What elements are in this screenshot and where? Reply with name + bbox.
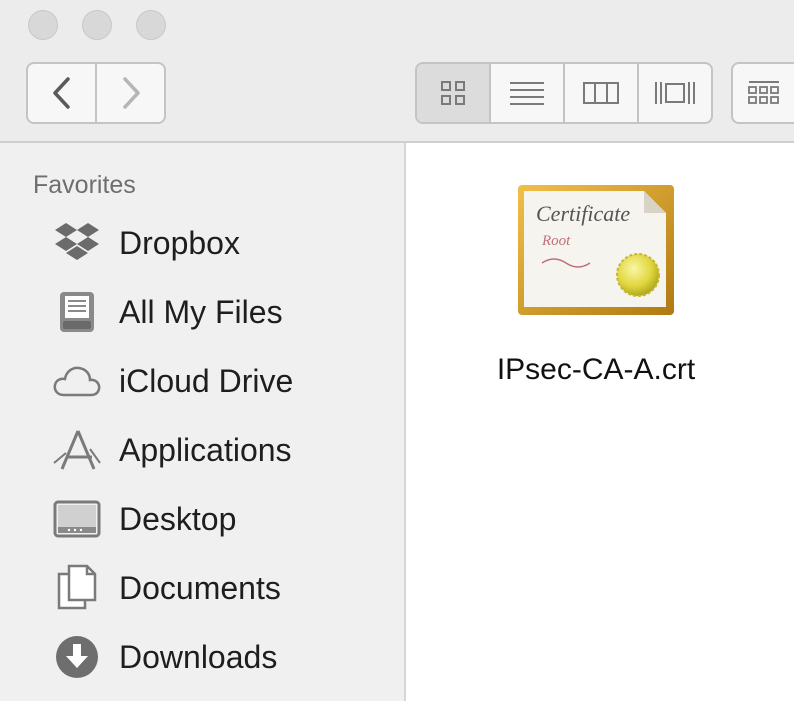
finder-window: Favorites Dropbox All My Files iCloud Dr… [0,0,794,701]
sidebar-item-applications[interactable]: Applications [0,418,400,482]
certificate-icon-title: Certificate [536,201,630,226]
icon-view-icon [441,81,465,105]
desktop-icon [52,494,102,544]
close-window-button[interactable] [28,10,58,40]
sidebar-item-label: iCloud Drive [119,362,294,399]
forward-button[interactable] [95,64,164,122]
cloud-icon [52,356,102,406]
cover-flow-view-icon [655,82,695,104]
sidebar-item-label: Downloads [119,638,278,675]
certificate-icon: Certificate Root [514,179,680,321]
column-view-button[interactable] [563,64,637,122]
sidebar-item-label: Documents [119,569,281,606]
chevron-right-icon [122,77,140,109]
sidebar-item-desktop[interactable]: Desktop [0,487,400,551]
icon-view-button[interactable] [417,64,489,122]
list-view-button[interactable] [489,64,563,122]
sidebar-item-label: All My Files [119,293,283,330]
sidebar-item-label: Applications [119,431,292,468]
column-view-icon [583,82,619,104]
toolbar [0,0,794,143]
arrange-button[interactable] [731,62,794,124]
minimize-window-button[interactable] [82,10,112,40]
back-button[interactable] [28,64,95,122]
sidebar-heading-favorites: Favorites [33,171,136,199]
sidebar: Favorites Dropbox All My Files iCloud Dr… [0,143,406,701]
arrange-grid-icon [748,81,779,104]
documents-icon [52,563,102,613]
downloads-icon [52,632,102,682]
all-my-files-icon [52,287,102,337]
view-mode-buttons [415,62,713,124]
applications-icon [52,425,102,475]
chevron-left-icon [52,77,70,109]
certificate-icon-subtitle: Root [541,233,571,249]
file-browser-content: Certificate Root IPsec-CA-A.crt [406,143,794,701]
sidebar-item-documents[interactable]: Documents [0,556,400,620]
dropbox-icon [52,218,102,268]
sidebar-item-all-my-files[interactable]: All My Files [0,280,400,344]
sidebar-item-label: Desktop [119,500,237,537]
sidebar-item-icloud-drive[interactable]: iCloud Drive [0,349,400,413]
sidebar-item-label: Dropbox [119,224,240,261]
navigation-buttons [26,62,166,124]
list-view-icon [510,82,544,105]
zoom-window-button[interactable] [136,10,166,40]
sidebar-item-downloads[interactable]: Downloads [0,625,400,689]
cover-flow-view-button[interactable] [637,64,711,122]
sidebar-item-dropbox[interactable]: Dropbox [0,211,400,275]
file-item[interactable]: Certificate Root IPsec-CA-A.crt [466,179,726,399]
file-name: IPsec-CA-A.crt [496,353,696,386]
